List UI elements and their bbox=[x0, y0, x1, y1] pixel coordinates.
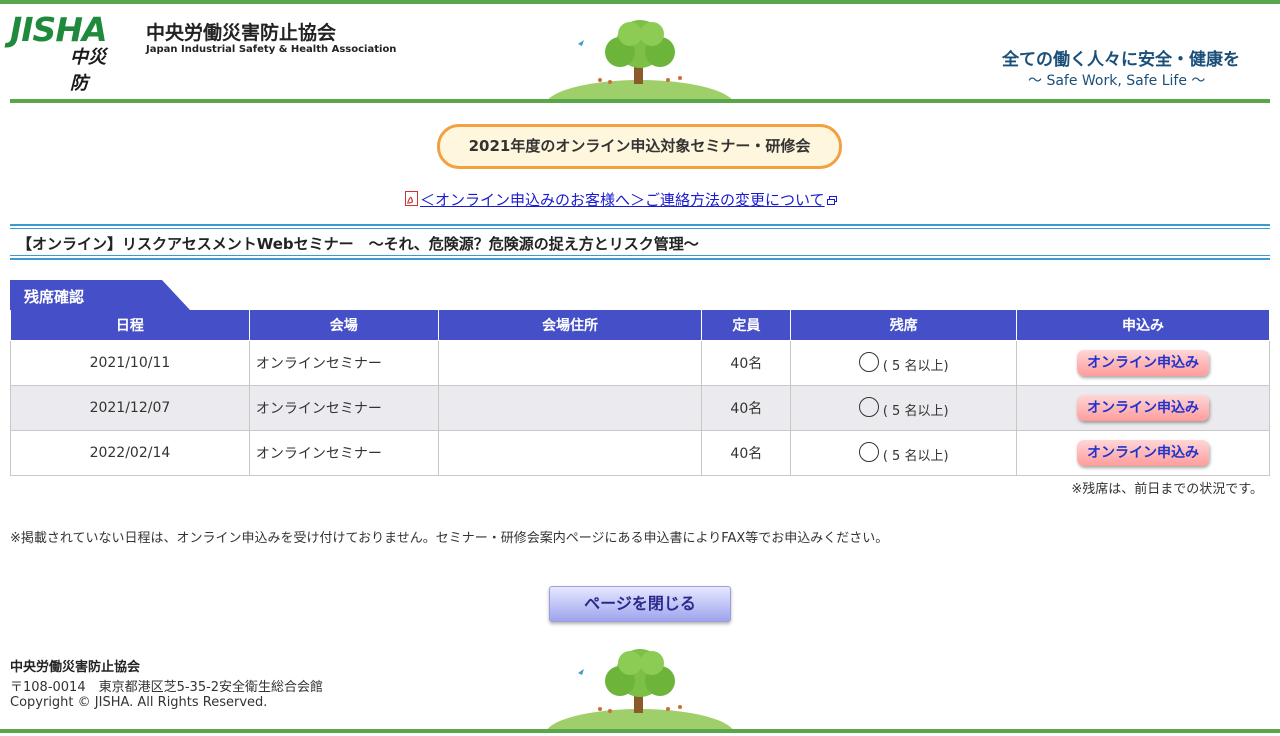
col-header-venue: 会場 bbox=[248, 310, 439, 341]
logo-main-text: JISHA bbox=[10, 10, 107, 49]
apply-cell: オンライン申込み bbox=[1016, 430, 1270, 476]
rule bbox=[10, 228, 1270, 229]
close-page-button[interactable]: ページを閉じる bbox=[549, 586, 731, 622]
seat-note: ( 5 名以上) bbox=[882, 359, 949, 374]
seat-status-note: ※残席は、前日までの状況です。 bbox=[1071, 482, 1263, 497]
online-apply-button[interactable]: オンライン申込み bbox=[1077, 395, 1210, 421]
footer-org: 中央労働災害防止協会 bbox=[10, 660, 141, 675]
footer-copyright: Copyright © JISHA. All Rights Reserved. bbox=[10, 695, 268, 710]
slogan-jp: 全ての働く人々に安全・健康を bbox=[1002, 50, 1240, 70]
logo-sub-text: 中災防 bbox=[70, 47, 106, 94]
rule bbox=[10, 255, 1270, 256]
header-bottom-line bbox=[10, 99, 1270, 103]
footer-bottom-line bbox=[0, 729, 1280, 733]
seminar-title-bar: 【オンライン】リスクアセスメントWebセミナー ～それ、危険源？危険源の捉え方と… bbox=[10, 224, 1270, 260]
tree-logo-icon bbox=[548, 649, 733, 729]
page-title: 2021年度のオンライン申込対象セミナー・研修会 bbox=[437, 124, 842, 169]
contact-change-link[interactable]: ＜オンライン申込みのお客様へ＞ご連絡方法の変更について bbox=[420, 191, 825, 209]
col-header-address: 会場住所 bbox=[437, 310, 703, 341]
circle-available-icon bbox=[858, 397, 879, 417]
circle-available-icon bbox=[858, 442, 879, 462]
seat-check-label: 残席確認 bbox=[24, 288, 85, 306]
notice-link-row: ＜オンライン申込みのお客様へ＞ご連絡方法の変更について bbox=[405, 189, 837, 210]
org-name-jp: 中央労働災害防止協会 bbox=[146, 22, 337, 44]
date-cell: 2021/12/07 bbox=[10, 385, 250, 431]
seat-cell: ( 5 名以上) bbox=[790, 430, 1018, 476]
seat-note: ( 5 名以上) bbox=[882, 449, 949, 464]
apply-cell: オンライン申込み bbox=[1016, 385, 1270, 431]
capacity-cell: 40名 bbox=[701, 430, 792, 476]
col-header-seats: 残席 bbox=[790, 310, 1018, 341]
date-cell: 2021/10/11 bbox=[10, 340, 250, 386]
seat-table: 日程 会場 会場住所 定員 残席 申込み 2021/10/11 オンラインセミナ… bbox=[10, 310, 1270, 476]
table-row: 2022/02/14 オンラインセミナー 40名 ( 5 名以上) オンライン申… bbox=[10, 430, 1270, 476]
external-window-icon bbox=[826, 196, 837, 205]
table-header-row: 日程 会場 会場住所 定員 残席 申込み bbox=[10, 310, 1270, 341]
online-apply-button[interactable]: オンライン申込み bbox=[1077, 350, 1210, 376]
online-apply-button[interactable]: オンライン申込み bbox=[1077, 440, 1210, 466]
seat-check-tab: 残席確認 bbox=[10, 280, 190, 310]
address-cell bbox=[437, 430, 703, 476]
capacity-cell: 40名 bbox=[701, 385, 792, 431]
org-name-en: Japan Industrial Safety & Health Associa… bbox=[146, 44, 397, 55]
capacity-cell: 40名 bbox=[701, 340, 792, 386]
slogan-en: ～ Safe Work, Safe Life ～ bbox=[1028, 73, 1206, 89]
jisha-logo[interactable]: JISHA 中災防 bbox=[10, 10, 107, 95]
tree-logo-icon bbox=[548, 20, 733, 100]
footer-address: 〒108-0014 東京都港区芝5-35-2安全衛生総合会館 bbox=[10, 680, 324, 695]
pdf-icon bbox=[405, 191, 418, 206]
seat-note: ( 5 名以上) bbox=[882, 404, 949, 419]
circle-available-icon bbox=[858, 352, 879, 372]
rule bbox=[10, 258, 1270, 260]
rule bbox=[10, 224, 1270, 226]
venue-cell: オンラインセミナー bbox=[248, 340, 439, 386]
table-row: 2021/12/07 オンラインセミナー 40名 ( 5 名以上) オンライン申… bbox=[10, 385, 1270, 431]
col-header-capacity: 定員 bbox=[701, 310, 792, 341]
venue-cell: オンラインセミナー bbox=[248, 385, 439, 431]
seminar-title: 【オンライン】リスクアセスメントWebセミナー ～それ、危険源？危険源の捉え方と… bbox=[17, 235, 699, 253]
col-header-apply: 申込み bbox=[1016, 310, 1270, 341]
table-row: 2021/10/11 オンラインセミナー 40名 ( 5 名以上) オンライン申… bbox=[10, 340, 1270, 386]
address-cell bbox=[437, 340, 703, 386]
venue-cell: オンラインセミナー bbox=[248, 430, 439, 476]
apply-cell: オンライン申込み bbox=[1016, 340, 1270, 386]
date-cell: 2022/02/14 bbox=[10, 430, 250, 476]
footnote: ※掲載されていない日程は、オンライン申込みを受け付けておりません。セミナー・研修… bbox=[10, 531, 889, 546]
seat-cell: ( 5 名以上) bbox=[790, 340, 1018, 386]
address-cell bbox=[437, 385, 703, 431]
header-top-line bbox=[0, 0, 1280, 4]
seat-cell: ( 5 名以上) bbox=[790, 385, 1018, 431]
col-header-date: 日程 bbox=[10, 310, 250, 341]
